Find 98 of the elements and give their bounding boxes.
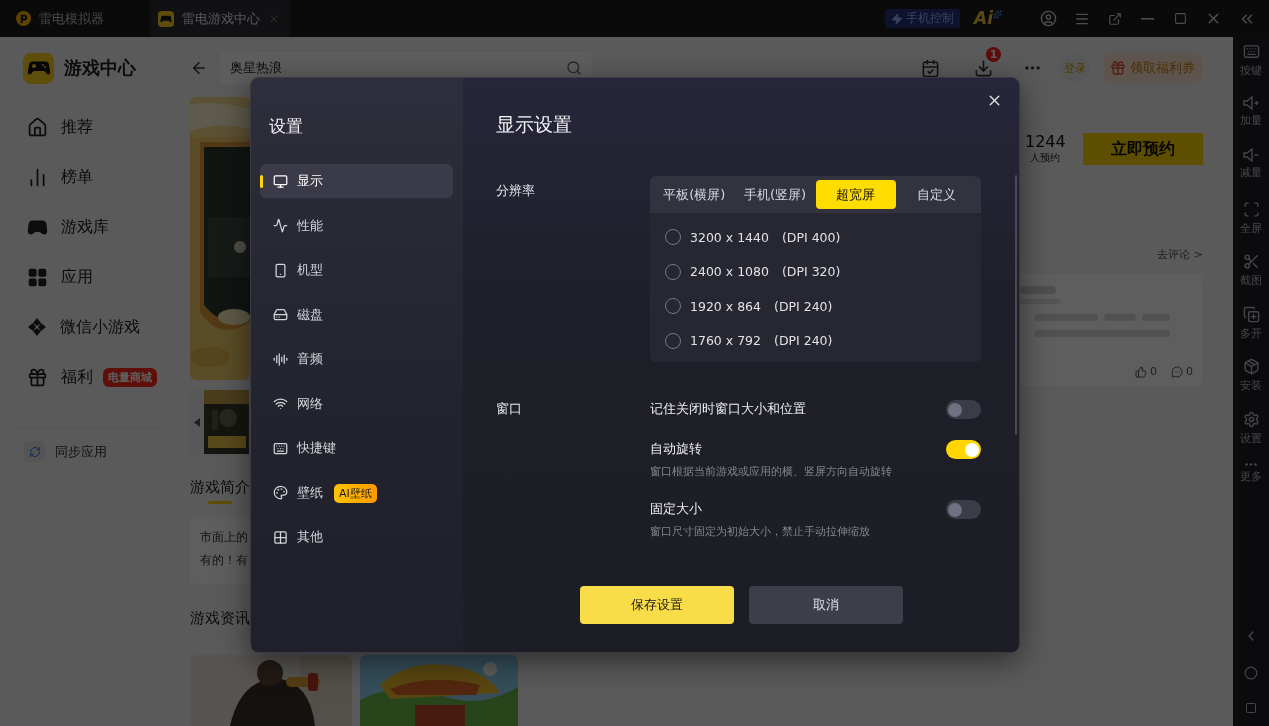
phone-icon xyxy=(273,262,288,278)
reservation-label: 人预约 xyxy=(1030,151,1061,165)
diamond-icon xyxy=(27,317,47,337)
sync-icon xyxy=(28,445,41,458)
more-icon xyxy=(1025,66,1040,70)
settings-nav-item[interactable]: 网络 xyxy=(260,386,453,421)
palette-icon xyxy=(273,485,288,500)
nav-item[interactable]: 游戏库 xyxy=(0,202,109,252)
mode-tab[interactable]: 超宽屏 xyxy=(815,180,897,209)
toggle-description: 窗口根据当前游戏或应用的横、竖屏方向自动旋转 xyxy=(650,464,893,479)
intro-text: 有的！有 xyxy=(200,552,249,569)
cancel-button[interactable]: 取消 xyxy=(748,586,903,624)
lightning-icon xyxy=(891,12,903,25)
user-icon xyxy=(1040,10,1057,27)
pop-out-icon xyxy=(1107,11,1122,26)
grid-icon xyxy=(27,266,48,288)
toggle-switch[interactable] xyxy=(946,400,981,419)
toggle-label: 记住关闭时窗口大小和位置 xyxy=(650,400,807,418)
recents-icon xyxy=(1245,702,1257,714)
audio-icon xyxy=(273,351,288,367)
more-icon xyxy=(1245,463,1257,466)
section-title: 游戏简介 xyxy=(190,478,250,497)
keyboard-icon xyxy=(1242,43,1260,60)
settings-nav-item[interactable]: 机型 xyxy=(260,253,453,287)
settings-nav-item[interactable]: 显示 xyxy=(260,164,453,198)
toggle-switch[interactable] xyxy=(946,500,981,519)
back-button[interactable] xyxy=(190,59,208,77)
settings-nav-item[interactable]: 磁盘 xyxy=(260,297,453,332)
download-icon xyxy=(974,58,993,78)
reserve-button[interactable]: 立即预约 xyxy=(1083,133,1203,165)
resolution-option[interactable]: 1760 x 792 (DPI 240) xyxy=(665,323,981,358)
mode-tab[interactable]: 自定义 xyxy=(896,180,977,209)
recents-nav-button[interactable] xyxy=(1243,702,1259,714)
calendar-button[interactable] xyxy=(921,58,940,78)
gamepad-icon xyxy=(26,60,51,76)
home-nav-button[interactable] xyxy=(1243,666,1259,680)
mode-tab[interactable]: 平板(横屏) xyxy=(654,180,735,209)
gift-icon xyxy=(1110,60,1126,76)
scissors-icon xyxy=(1242,253,1260,270)
home-icon xyxy=(1244,666,1258,680)
volume-down-icon xyxy=(1242,148,1260,162)
reservation-count: 1244 xyxy=(1025,133,1066,151)
toggle-label: 自动旋转 xyxy=(650,440,703,458)
sparkle-icon xyxy=(993,10,1002,19)
dialog-title: 设置 xyxy=(269,115,304,138)
save-button[interactable]: 保存设置 xyxy=(579,586,734,624)
app-logo-icon xyxy=(16,11,31,26)
reply-button[interactable]: 0 xyxy=(1171,365,1193,378)
wifi-icon xyxy=(273,396,288,411)
more-button[interactable] xyxy=(1025,66,1040,70)
monitor-icon xyxy=(273,173,288,189)
fullscreen-icon xyxy=(1242,200,1260,218)
search-icon xyxy=(566,59,582,76)
setting-label: 窗口 xyxy=(496,400,523,418)
gift-icon xyxy=(27,366,48,388)
tab-underline xyxy=(208,501,232,504)
toggle-switch[interactable] xyxy=(946,440,981,459)
settings-nav-item[interactable]: 性能 xyxy=(260,208,453,243)
pulse-icon xyxy=(273,218,288,233)
coupon-button[interactable]: 领取福利券 xyxy=(1104,53,1203,83)
nav-item[interactable]: 推荐 xyxy=(0,102,93,152)
resolution-option[interactable]: 1920 x 864 (DPI 240) xyxy=(665,289,981,324)
count-badge: 1 xyxy=(986,46,1001,62)
copy-plus-icon xyxy=(1242,305,1260,323)
settings-nav-item[interactable]: 音频 xyxy=(260,342,453,376)
app-title: 游戏中心 xyxy=(64,56,136,80)
resolution-option[interactable]: 3200 x 1440 (DPI 400) xyxy=(665,220,981,255)
left-arrow-icon[interactable] xyxy=(194,417,200,427)
promo-badge: 电量商城 xyxy=(103,367,157,387)
settings-nav-item[interactable]: 快捷键 xyxy=(260,431,453,465)
keyboard-icon xyxy=(273,440,288,456)
nav-item[interactable]: 福利 xyxy=(0,352,93,402)
volume-up-icon xyxy=(1242,95,1260,110)
nav-item[interactable]: 榜单 xyxy=(0,152,93,202)
package-icon xyxy=(1242,358,1260,375)
ai-button[interactable]: Ai xyxy=(974,10,1002,27)
sync-apps-button[interactable]: 同步应用 xyxy=(24,441,180,462)
setting-label: 分辨率 xyxy=(496,182,536,200)
nav-item[interactable]: 微信小游戏 xyxy=(0,302,140,352)
calendar-icon xyxy=(921,58,940,78)
download-button[interactable] xyxy=(974,58,993,78)
maximize-icon xyxy=(1174,12,1187,25)
ai-badge: AI壁纸 xyxy=(334,483,377,503)
toggle-label: 固定大小 xyxy=(650,500,703,518)
like-button[interactable]: 0 xyxy=(1135,365,1157,378)
toggle-description: 窗口尺寸固定为初始大小，禁止手动拉伸缩放 xyxy=(650,524,871,539)
settings-nav-item[interactable]: 其他 xyxy=(260,520,453,554)
panel-heading: 显示设置 xyxy=(496,112,573,137)
settings-icon xyxy=(1242,410,1260,428)
grid-icon xyxy=(273,529,288,545)
house-icon xyxy=(27,116,48,138)
nav-item[interactable]: 应用 xyxy=(0,252,93,302)
mode-tab[interactable]: 手机(竖屏) xyxy=(734,180,816,209)
gamepad-icon xyxy=(158,10,174,27)
resolution-option[interactable]: 2400 x 1080 (DPI 320) xyxy=(665,254,981,289)
login-button[interactable]: 登录 xyxy=(1060,53,1090,83)
section-title: 游戏资讯 xyxy=(190,609,250,628)
minimize-icon xyxy=(1141,17,1154,20)
